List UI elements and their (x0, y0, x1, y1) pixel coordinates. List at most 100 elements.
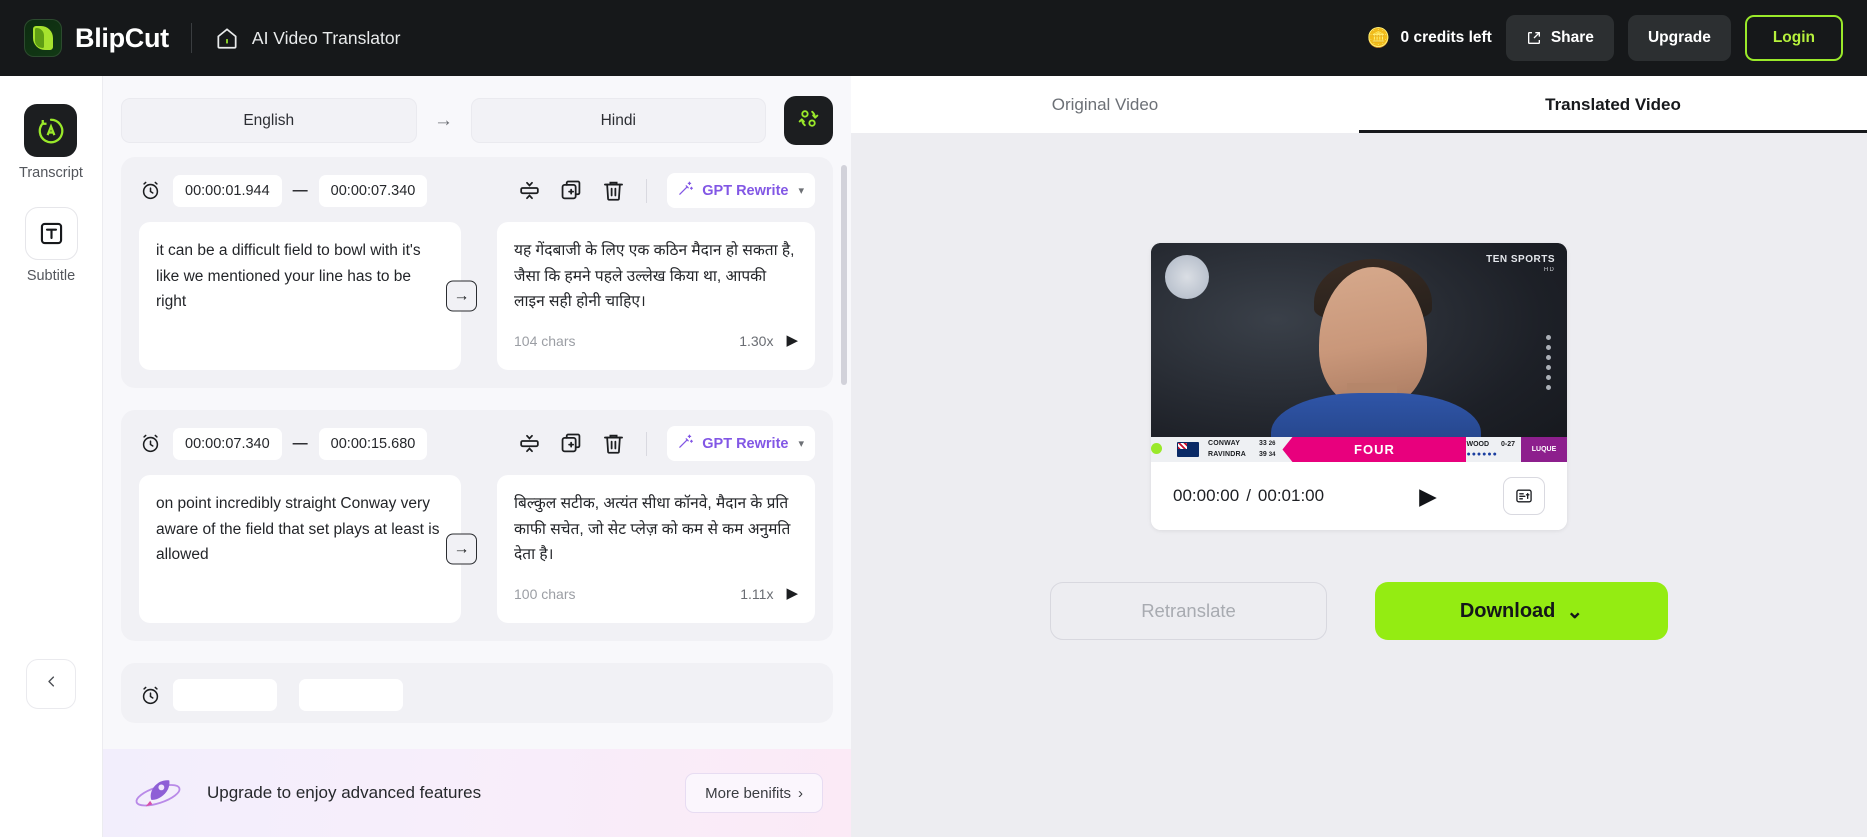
tab-original-video[interactable]: Original Video (851, 76, 1359, 133)
sponsor-badge: LUQUE (1521, 437, 1567, 462)
speed-rate: 1.30x (739, 333, 774, 350)
segment-toolbar: 00:00:01.944 — 00:00:07.340 GPT Rewrite … (139, 173, 815, 208)
segment-end-time-input[interactable]: 00:00:15.680 (318, 427, 428, 460)
source-text-input[interactable]: on point incredibly straight Conway very… (139, 475, 461, 623)
split-segment-icon[interactable] (517, 178, 542, 203)
upgrade-banner-text: Upgrade to enjoy advanced features (207, 783, 482, 802)
header-actions: 🪙 0 credits left Share Upgrade Login (1367, 15, 1843, 61)
tab-translated-video[interactable]: Translated Video (1359, 76, 1867, 133)
swap-languages-button[interactable] (784, 96, 833, 145)
chevron-right-icon: › (798, 784, 803, 802)
arrow-right-box-icon[interactable]: → (446, 533, 477, 565)
team-flag-icon (1177, 442, 1199, 457)
download-button[interactable]: Download ⌄ (1375, 582, 1668, 640)
target-meta: 104 chars 1.30x ▶ (514, 329, 798, 354)
arrow-right-icon: → (434, 109, 453, 131)
source-language-label: English (243, 111, 295, 129)
split-segment-icon[interactable] (517, 431, 542, 456)
source-text-input[interactable]: it can be a difficult field to bowl with… (139, 222, 461, 370)
credits-indicator: 🪙 0 credits left (1367, 29, 1492, 48)
progress-handle[interactable] (1151, 443, 1162, 454)
segment-start-time-input[interactable] (173, 679, 277, 711)
target-text-block: यह गेंदबाजी के लिए एक कठिन मैदान हो सकता… (497, 222, 815, 370)
chevron-down-icon[interactable]: ▾ (798, 184, 804, 197)
arrow-right-box-icon[interactable]: → (446, 280, 477, 312)
target-text-input[interactable]: यह गेंदबाजी के लिए एक कठिन मैदान हो सकता… (514, 238, 798, 317)
gpt-rewrite-button[interactable]: GPT Rewrite ▾ (667, 426, 815, 461)
left-rail: Transcript Subtitle (0, 76, 103, 837)
upgrade-banner: Upgrade to enjoy advanced features More … (103, 749, 851, 837)
brand[interactable]: BlipCut (24, 19, 169, 57)
captions-icon[interactable] (1503, 477, 1545, 515)
retranslate-button[interactable]: Retranslate (1050, 582, 1327, 640)
main-body: Transcript Subtitle English → Hindi 00:0… (0, 76, 1867, 837)
current-time: 00:00:00 (1173, 486, 1240, 505)
swap-languages-icon (796, 106, 821, 136)
preview-tabs: Original Video Translated Video (851, 76, 1867, 133)
duplicate-icon[interactable] (559, 178, 584, 203)
batsmen-runs: 33 26 39 34 (1259, 439, 1275, 459)
magic-wand-icon (677, 180, 694, 202)
tournament-logo-icon (1165, 255, 1209, 299)
header-divider (190, 23, 192, 53)
source-language-select[interactable]: English (121, 98, 417, 143)
time-range-dash: — (292, 435, 308, 452)
transcript-ai-icon (24, 104, 78, 157)
subtitle-t-icon (24, 207, 78, 260)
preview-stage: TEN SPORTS HD CONWAY RAVINDRA 33 26 39 3… (851, 133, 1867, 837)
segment-end-time-input[interactable] (299, 679, 403, 711)
play-icon[interactable]: ▶ (1419, 483, 1437, 510)
download-label: Download (1459, 599, 1556, 622)
preview-actions: Retranslate Download ⌄ (1050, 582, 1668, 640)
credits-label: 0 credits left (1400, 29, 1492, 46)
batsman-1-name: CONWAY (1208, 440, 1241, 448)
trash-icon[interactable] (601, 178, 626, 203)
external-link-icon (1526, 30, 1542, 46)
segment-list-scrollbar[interactable] (841, 165, 847, 385)
tab-label: Original Video (1051, 94, 1159, 114)
chevron-down-icon[interactable]: ▾ (798, 437, 804, 450)
segment-actions: GPT Rewrite ▾ (517, 173, 815, 208)
upgrade-button[interactable]: Upgrade (1627, 15, 1731, 61)
target-text-input[interactable]: बिल्कुल सटीक, अत्यंत सीधा कॉनवे, मैदान क… (514, 491, 798, 570)
trash-icon[interactable] (601, 431, 626, 456)
video-frame[interactable]: TEN SPORTS HD CONWAY RAVINDRA 33 26 39 3… (1151, 243, 1567, 462)
login-button[interactable]: Login (1744, 15, 1843, 61)
time-range-dash: — (292, 182, 308, 199)
play-icon[interactable]: ▶ (786, 582, 798, 607)
magic-wand-icon (677, 433, 694, 455)
duplicate-icon[interactable] (559, 431, 584, 456)
batsman-1-runs: 33 (1259, 440, 1267, 448)
batsman-2-runs: 39 (1259, 450, 1267, 458)
gpt-rewrite-button[interactable]: GPT Rewrite ▾ (667, 173, 815, 208)
segment-text-row: it can be a difficult field to bowl with… (139, 222, 815, 370)
brand-name: BlipCut (75, 22, 169, 53)
segment-list[interactable]: 00:00:01.944 — 00:00:07.340 GPT Rewrite … (103, 157, 851, 837)
play-icon[interactable]: ▶ (786, 329, 798, 354)
chevron-left-icon (44, 673, 59, 695)
more-benefits-button[interactable]: More benifits › (685, 773, 823, 813)
segment-start-time-input[interactable]: 00:00:01.944 (173, 174, 282, 207)
char-count: 104 chars (514, 333, 576, 350)
language-selector-row: English → Hindi (103, 76, 851, 157)
sidebar-item-transcript[interactable]: Transcript (19, 104, 83, 181)
sidebar-item-label: Subtitle (26, 268, 76, 284)
segment-text-row: on point incredibly straight Conway very… (139, 475, 815, 623)
upgrade-label: Upgrade (1647, 29, 1711, 46)
transcript-editor-panel: English → Hindi 00:00:01.944 — 00:00:07.… (103, 76, 851, 837)
top-header: BlipCut AI Video Translator 🪙 0 credits … (0, 0, 1867, 76)
share-button[interactable]: Share (1505, 15, 1614, 61)
sidebar-item-subtitle[interactable]: Subtitle (24, 207, 78, 284)
collapse-sidebar-button[interactable] (26, 659, 76, 709)
target-meta: 100 chars 1.11x ▶ (514, 582, 798, 607)
over-dots: ●●●●●● (1466, 450, 1498, 458)
target-text-block: बिल्कुल सटीक, अत्यंत सीधा कॉनवे, मैदान क… (497, 475, 815, 623)
home-breadcrumb[interactable]: AI Video Translator (214, 25, 401, 51)
coins-icon: 🪙 (1366, 27, 1391, 49)
segment-start-time-input[interactable]: 00:00:07.340 (173, 427, 282, 460)
page-title: AI Video Translator (251, 27, 401, 48)
target-language-select[interactable]: Hindi (470, 98, 766, 143)
login-label: Login (1772, 29, 1815, 46)
toolbar-divider (646, 178, 648, 203)
segment-end-time-input[interactable]: 00:00:07.340 (318, 174, 428, 207)
